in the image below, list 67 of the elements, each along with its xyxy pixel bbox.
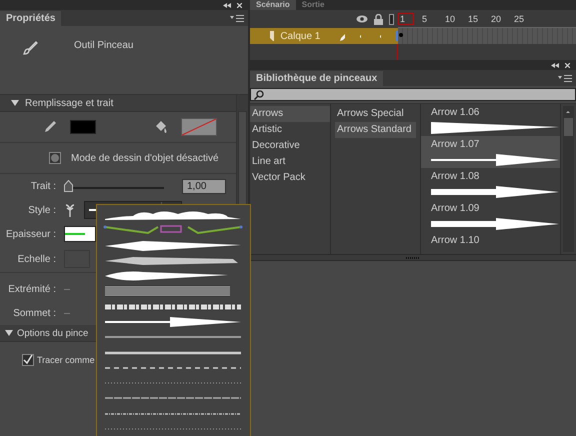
frame-number: 15 (467, 14, 480, 24)
arrow-stroke-icon (431, 154, 559, 166)
cap-label: Extrémité : (7, 284, 56, 294)
brush-item[interactable]: Arrow 1.07 (421, 136, 560, 168)
layer-icon (270, 31, 274, 41)
search-icon (254, 90, 264, 100)
layer-color-marker[interactable] (396, 31, 398, 41)
panel-menu-icon[interactable] (230, 14, 244, 22)
frame-number: 5 (421, 14, 428, 24)
category-item[interactable]: Decorative (250, 138, 330, 154)
trace-label: Tracer comme (37, 355, 95, 365)
join-label: Sommet : (12, 308, 56, 318)
collapse-icon[interactable] (551, 62, 559, 68)
scale-label: Echelle : (16, 254, 56, 264)
brush-style-icon[interactable] (64, 203, 76, 217)
object-mode-icon[interactable] (49, 152, 61, 164)
frame-number: 1 (398, 12, 414, 24)
category-item[interactable]: Vector Pack (250, 170, 330, 186)
brush-item[interactable]: Arrow 1.08 (421, 168, 560, 200)
layer-name: Calque 1 (280, 30, 320, 42)
search-field[interactable] (250, 88, 576, 101)
eye-icon[interactable] (356, 15, 368, 23)
panel-tab[interactable]: Propriétés (0, 11, 62, 26)
trace-checkbox[interactable] (22, 354, 34, 366)
section-title: Options du pince (17, 328, 88, 338)
stroke-slider[interactable] (64, 180, 164, 192)
paint-bucket-icon (154, 120, 167, 134)
frame-number: 10 (444, 14, 456, 24)
brush-icon (22, 40, 38, 56)
frame-number: 25 (513, 14, 526, 24)
arrow-stroke-icon (431, 186, 559, 198)
close-icon[interactable] (237, 2, 242, 8)
timeline-tab[interactable]: Scénario (250, 0, 296, 10)
tool-name: Outil Pinceau (74, 40, 134, 51)
scrollbar[interactable] (563, 106, 574, 252)
category-item[interactable]: Line art (250, 154, 330, 170)
category-item[interactable]: Artistic (250, 122, 330, 138)
brush-item[interactable]: Arrow 1.10 (421, 232, 560, 248)
section-header[interactable]: Remplissage et trait (0, 95, 236, 112)
close-icon[interactable] (565, 62, 570, 68)
panel-menu-icon[interactable] (558, 74, 572, 82)
brush-item[interactable]: Arrow 1.06 (421, 104, 560, 136)
resize-handle[interactable] (250, 254, 576, 261)
outline-icon[interactable] (389, 14, 394, 24)
stroke-color-swatch[interactable] (70, 120, 96, 134)
lock-icon[interactable] (374, 14, 383, 24)
stroke-label: Trait : (30, 180, 56, 192)
thickness-label: Epaisseur : (4, 228, 56, 240)
frame-number: 20 (490, 14, 502, 24)
thickness-field[interactable] (64, 226, 96, 242)
subcategory-item[interactable]: Arrows Standard (335, 122, 416, 138)
pencil-icon (44, 120, 56, 134)
line-preview-icon (65, 232, 85, 236)
collapse-icon[interactable] (223, 2, 231, 8)
brush-item[interactable]: Arrow 1.09 (421, 200, 560, 232)
slider-thumb[interactable] (64, 180, 73, 192)
object-mode-label: Mode de dessin d'objet désactivé (71, 152, 219, 164)
stroke-value-field[interactable]: 1,00 (182, 178, 226, 194)
expand-arrow-icon (11, 100, 19, 106)
style-label: Style : (27, 204, 56, 216)
panel-tab[interactable]: Bibliothèque de pinceaux (250, 71, 384, 86)
no-fill-swatch[interactable] (181, 118, 217, 136)
expand-arrow-icon (5, 330, 13, 336)
subcategory-item[interactable]: Arrows Special (335, 106, 420, 122)
section-title: Remplissage et trait (25, 98, 114, 108)
arrow-stroke-icon (431, 218, 559, 230)
category-item[interactable]: Arrows (250, 106, 330, 122)
